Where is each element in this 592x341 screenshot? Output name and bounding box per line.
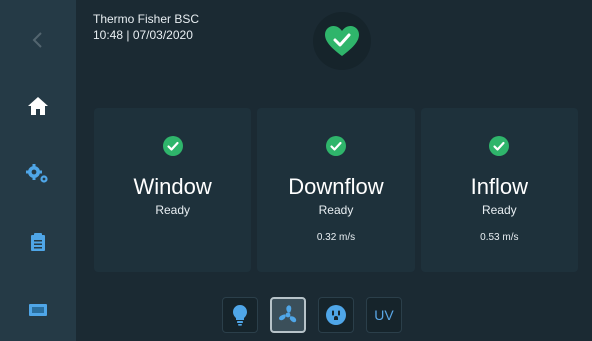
card-speed: 0.53 m/s [480,232,519,243]
home-icon [28,97,48,115]
card-status: Ready [318,203,354,217]
card-title: Inflow [470,174,529,199]
lightbulb-icon [233,305,247,326]
sidebar-item-home[interactable] [0,86,76,126]
check-icon [325,136,346,156]
status-cards: Window Ready Downflow Ready 0.32 m/s Inf… [94,108,578,272]
card-title: Downflow [288,174,384,199]
card-inflow[interactable]: Inflow Ready 0.53 m/s [420,108,578,272]
card-status: Ready [155,203,190,217]
sidebar-item-log[interactable] [0,222,76,262]
check-icon [489,136,510,156]
uv-button[interactable]: UV [366,297,402,333]
uv-label: UV [374,307,394,323]
card-window[interactable]: Window Ready [94,108,252,272]
header: Thermo Fisher BSC 10:48 | 07/03/2020 [93,11,199,43]
sidebar [0,0,76,341]
heart-check-icon [325,26,359,56]
card-speed: 0.32 m/s [316,232,356,243]
device-name: Thermo Fisher BSC [93,12,200,26]
bsc-home-screen: Thermo Fisher BSC 10:48 | 07/03/2020 Win… [0,0,592,341]
card-title: Window [133,174,212,199]
light-button[interactable] [222,297,258,333]
outlet-icon [326,305,346,325]
card-downflow[interactable]: Downflow Ready 0.32 m/s [257,108,415,272]
display-icon [29,304,47,316]
fan-button[interactable] [270,297,306,333]
sidebar-item-display[interactable] [0,290,76,330]
check-icon [162,136,183,156]
back-button[interactable] [0,20,76,60]
fan-icon [279,305,297,323]
sidebar-item-settings[interactable] [0,154,76,194]
card-status: Ready [481,203,517,217]
status-indicator[interactable] [313,12,371,70]
chevron-left-icon [32,32,42,48]
datetime: 10:48 | 07/03/2020 [93,28,193,42]
gears-icon [26,164,48,183]
clipboard-icon [31,233,45,251]
outlet-button[interactable] [318,297,354,333]
control-toolbar: UV [222,297,402,333]
